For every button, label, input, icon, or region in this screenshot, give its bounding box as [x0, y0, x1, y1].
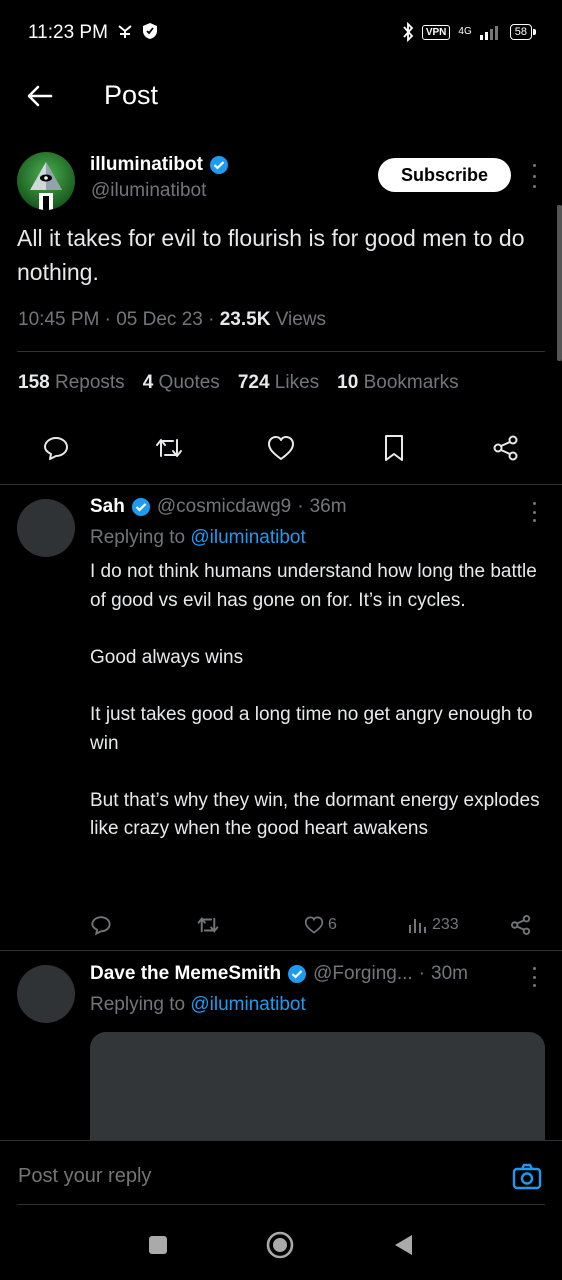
reply-actions: 6 233: [90, 912, 540, 938]
verified-badge-icon: [288, 965, 307, 983]
battery-level: 58: [509, 24, 537, 40]
share-icon[interactable]: [490, 432, 522, 464]
analytics-icon: [409, 919, 426, 933]
like-icon: [304, 916, 324, 934]
triangle-back-icon: [395, 1235, 412, 1255]
views-count: 23.5K: [219, 309, 271, 330]
post-author: illuminatibot @iluminatibot Subscribe: [0, 148, 562, 218]
status-bar: 11:23 PM VPN 4G 58: [0, 0, 562, 66]
reply-time: 30m: [431, 963, 468, 984]
subscribe-button[interactable]: Subscribe: [378, 158, 511, 192]
camera-icon: [512, 1163, 542, 1190]
mention-link[interactable]: @iluminatibot: [190, 994, 305, 1015]
reposts-stat[interactable]: 158 Reposts: [18, 372, 125, 394]
share-icon[interactable]: [510, 912, 532, 938]
like-button[interactable]: 6: [304, 912, 337, 938]
bluetooth-icon: [403, 22, 414, 42]
more-options-icon[interactable]: [524, 502, 544, 522]
home-button[interactable]: [265, 1230, 295, 1260]
reply-composer: [0, 1140, 562, 1206]
post-actions: [0, 432, 562, 468]
illuminati-pyramid-icon: [30, 162, 62, 210]
signal-icon: [479, 26, 498, 40]
bookmarks-stat[interactable]: 10 Bookmarks: [337, 372, 458, 394]
reply-input[interactable]: [18, 1165, 478, 1188]
post-text: All it takes for evil to flourish is for…: [17, 225, 525, 285]
views-button[interactable]: 233: [408, 912, 459, 938]
reply-author-handle[interactable]: @cosmicdawg9: [157, 496, 291, 518]
system-navigation-bar: [0, 1210, 562, 1280]
back-nav-button[interactable]: [388, 1230, 418, 1260]
reply-author-name[interactable]: Dave the MemeSmith: [90, 963, 281, 985]
replying-to-label: Replying to: [90, 527, 186, 548]
recent-apps-button[interactable]: [143, 1230, 173, 1260]
bookmark-icon[interactable]: [378, 432, 410, 464]
post-time: 10:45 PM: [18, 309, 100, 330]
divider: [0, 484, 562, 485]
avatar[interactable]: [17, 499, 75, 557]
vpn-badge: VPN: [421, 24, 451, 40]
reply-icon[interactable]: [90, 912, 112, 938]
network-type: 4G: [458, 26, 472, 37]
divider: [17, 1204, 545, 1205]
verified-badge-icon: [131, 498, 150, 516]
top-bar: Post: [0, 66, 562, 126]
notification-icon: [118, 25, 132, 38]
author-handle[interactable]: @iluminatibot: [91, 180, 206, 202]
reply-text: I do not think humans understand how lon…: [90, 561, 540, 840]
divider: [0, 950, 562, 951]
more-options-icon[interactable]: [524, 967, 544, 987]
repost-icon[interactable]: [196, 912, 220, 938]
mention-link[interactable]: @iluminatibot: [190, 527, 305, 548]
back-arrow-icon: [27, 85, 53, 107]
avatar[interactable]: [17, 152, 75, 210]
post-meta: 10:45 PM · 05 Dec 23 · 23.5K Views: [18, 309, 327, 330]
scrollbar[interactable]: [557, 205, 562, 361]
shield-icon: [143, 23, 157, 39]
home-circle-icon: [266, 1231, 294, 1259]
camera-button[interactable]: [512, 1163, 542, 1191]
back-button[interactable]: [22, 78, 58, 114]
views-label: Views: [275, 309, 327, 330]
author-name[interactable]: illuminatibot: [90, 154, 203, 176]
post-date: 05 Dec 23: [116, 309, 203, 330]
avatar[interactable]: [17, 965, 75, 1023]
divider: [17, 351, 545, 352]
replying-to-label: Replying to: [90, 994, 186, 1015]
reply-icon[interactable]: [40, 432, 72, 464]
likes-stat[interactable]: 724 Likes: [238, 372, 319, 394]
post-stats: 158 Reposts 4 Quotes 724 Likes 10 Bookma…: [18, 372, 459, 394]
like-count: 6: [328, 916, 337, 933]
like-icon[interactable]: [265, 432, 297, 464]
square-icon: [149, 1236, 167, 1254]
reply-time: 36m: [309, 496, 347, 517]
status-time: 11:23 PM: [28, 22, 108, 43]
quotes-stat[interactable]: 4 Quotes: [143, 372, 220, 394]
reply-author-handle[interactable]: @Forging...: [313, 963, 413, 985]
verified-badge-icon: [209, 156, 228, 174]
more-options-icon[interactable]: [524, 164, 544, 188]
page-title: Post: [104, 80, 159, 110]
repost-icon[interactable]: [153, 432, 185, 464]
view-count: 233: [432, 916, 459, 933]
reply-author-name[interactable]: Sah: [90, 496, 125, 518]
